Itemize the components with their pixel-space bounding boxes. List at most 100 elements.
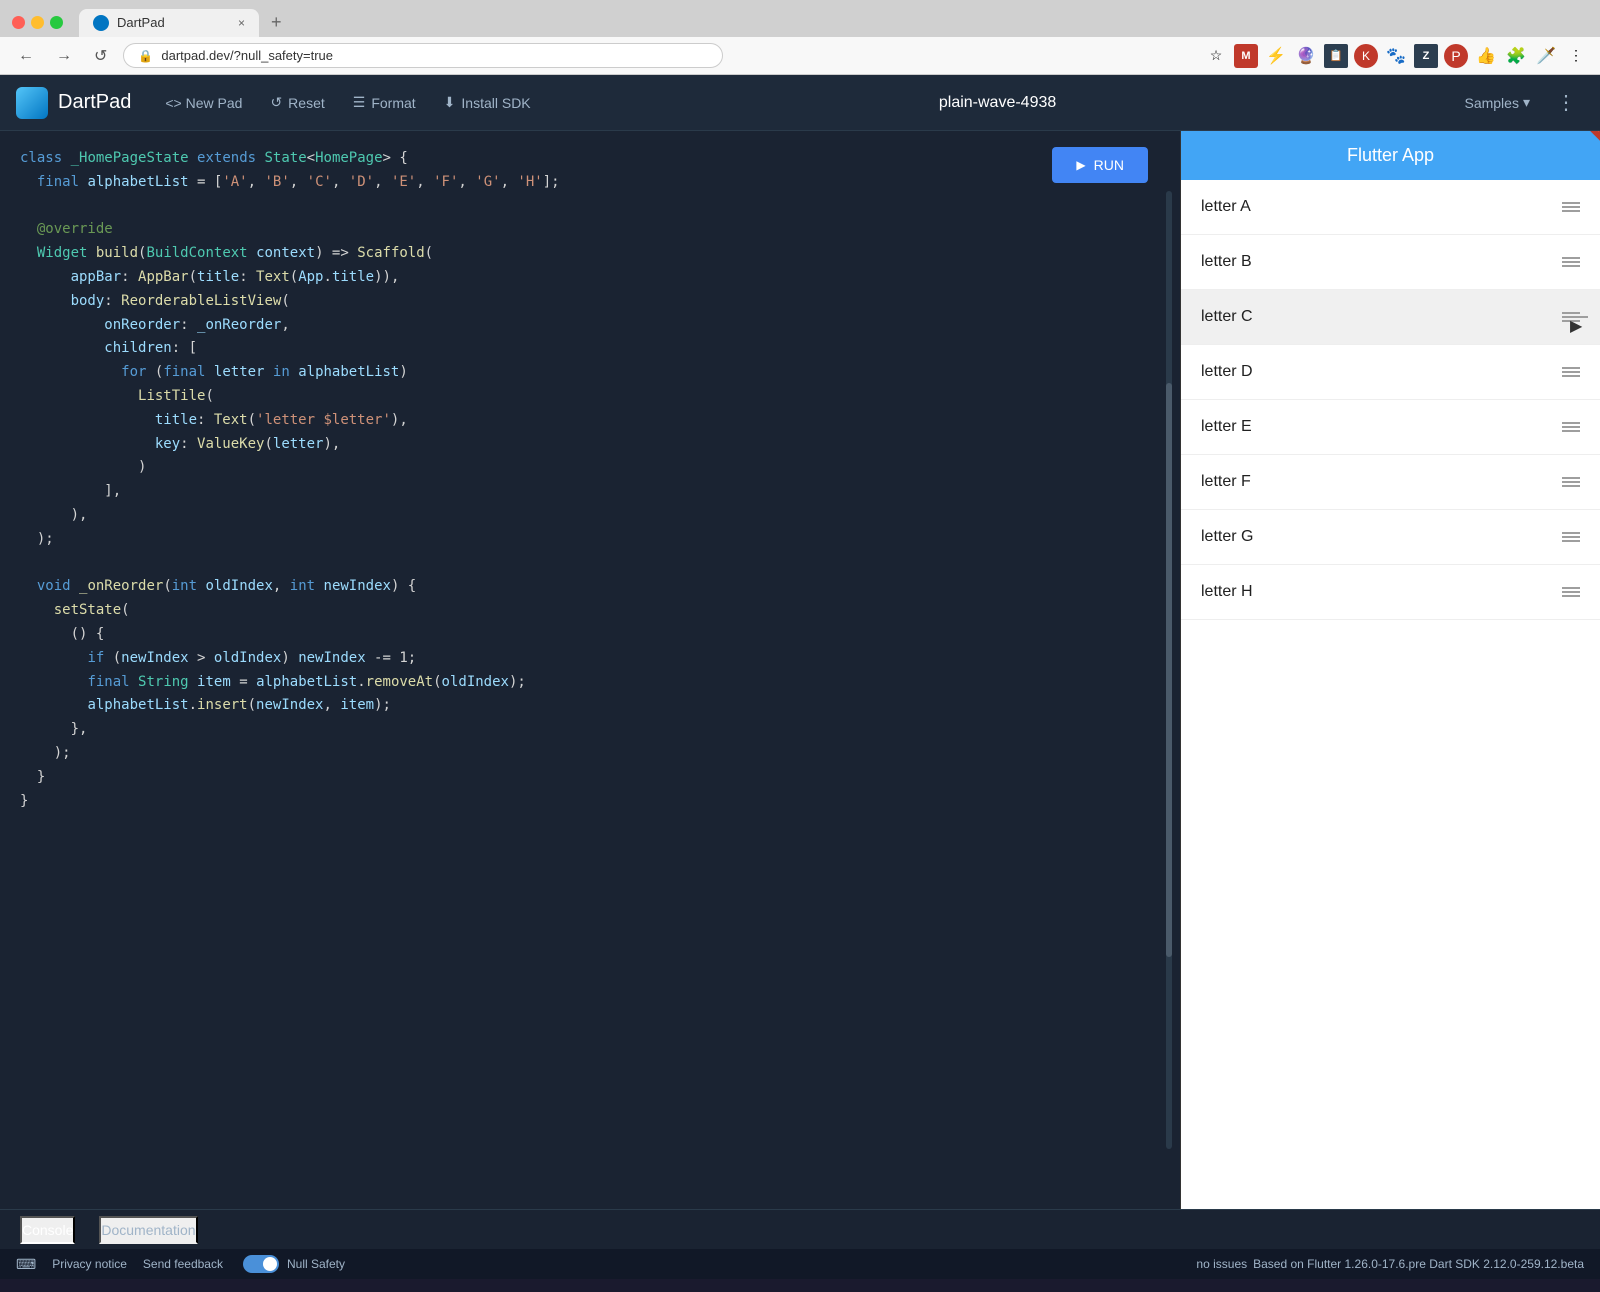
address-bar: ← → ↺ 🔒 dartpad.dev/?null_safety=true ☆ … — [0, 37, 1600, 75]
code-editor[interactable]: ▶ RUN class _HomePageState extends State… — [0, 131, 1180, 1209]
browser-chrome: DartPad × + ← → ↺ 🔒 dartpad.dev/?null_sa… — [0, 0, 1600, 75]
list-item[interactable]: letter D — [1181, 345, 1600, 400]
list-item-label: letter F — [1201, 473, 1251, 491]
new-pad-button[interactable]: <> New Pad — [155, 89, 252, 117]
play-icon: ▶ — [1076, 158, 1085, 172]
pad-name: plain-wave-4938 — [939, 94, 1056, 112]
list-item[interactable]: letter G — [1181, 510, 1600, 565]
lock-icon: 🔒 — [138, 49, 153, 63]
drag-handle-icon[interactable] — [1562, 477, 1580, 487]
dartpad-logo: DartPad — [16, 87, 131, 119]
ext7-icon[interactable]: P — [1444, 44, 1468, 68]
format-button[interactable]: ☰ Format — [343, 88, 426, 117]
run-label: RUN — [1094, 157, 1124, 173]
no-issues-text: no issues — [1196, 1257, 1247, 1271]
window-controls — [12, 16, 63, 29]
ext4-icon[interactable]: K — [1354, 44, 1378, 68]
list-item[interactable]: letter B — [1181, 235, 1600, 290]
ext8-icon[interactable]: 👍 — [1474, 44, 1498, 68]
list-item-label: letter B — [1201, 253, 1252, 271]
close-button[interactable] — [12, 16, 25, 29]
reset-button[interactable]: ↺ Reset — [260, 88, 334, 117]
null-safety-label: Null Safety — [287, 1257, 345, 1271]
mail-icon[interactable]: M — [1234, 44, 1258, 68]
scrollbar[interactable] — [1166, 191, 1172, 1149]
drag-handle-icon[interactable] — [1562, 367, 1580, 377]
forward-button[interactable]: → — [50, 45, 78, 67]
new-tab-button[interactable]: + — [263, 8, 290, 37]
debug-badge: DEBUG — [1571, 131, 1600, 146]
install-sdk-button[interactable]: ⬇ Install SDK — [434, 88, 541, 117]
keyboard-icon: ⌨ — [16, 1256, 36, 1273]
documentation-tab[interactable]: Documentation — [99, 1216, 197, 1244]
install-icon: ⬇ — [444, 94, 456, 111]
drag-handle-icon[interactable] — [1562, 532, 1580, 542]
list-item-label: letter H — [1201, 583, 1253, 601]
browser-icons: ☆ M ⚡ 🔮 📋 K 🐾 Z P 👍 🧩 🗡️ ⋮ — [1204, 44, 1588, 68]
url-bar[interactable]: 🔒 dartpad.dev/?null_safety=true — [123, 43, 723, 68]
list-item-label: letter E — [1201, 418, 1252, 436]
bottom-bar: Console Documentation — [0, 1209, 1600, 1249]
ext3-icon[interactable]: 📋 — [1324, 44, 1348, 68]
back-button[interactable]: ← — [12, 45, 40, 67]
toggle-thumb — [263, 1257, 277, 1271]
new-pad-label: <> New Pad — [165, 95, 242, 111]
ext10-icon[interactable]: 🗡️ — [1534, 44, 1558, 68]
list-item[interactable]: letter C ▶ — [1181, 290, 1600, 345]
reset-icon: ↺ — [270, 94, 282, 111]
drag-handle-icon[interactable]: ▶ — [1562, 312, 1580, 322]
tab-close-button[interactable]: × — [238, 16, 245, 30]
drag-handle-icon[interactable] — [1562, 202, 1580, 212]
drag-handle-icon[interactable] — [1562, 587, 1580, 597]
list-item[interactable]: letter A — [1181, 180, 1600, 235]
ext9-icon[interactable]: 🧩 — [1504, 44, 1528, 68]
sdk-info-text: Based on Flutter 1.26.0-17.6.pre Dart SD… — [1253, 1257, 1584, 1271]
toggle-track[interactable] — [243, 1255, 279, 1273]
dartpad-app: DartPad <> New Pad ↺ Reset ☰ Format ⬇ In… — [0, 75, 1600, 1279]
run-button[interactable]: ▶ RUN — [1052, 147, 1148, 183]
flutter-preview: Flutter App DEBUG letter A letter B lett… — [1180, 131, 1600, 1209]
menu-icon[interactable]: ⋮ — [1564, 44, 1588, 68]
active-tab[interactable]: DartPad × — [79, 9, 259, 37]
list-item-label: letter C — [1201, 308, 1253, 326]
tab-title: DartPad — [117, 15, 165, 30]
list-item[interactable]: letter H — [1181, 565, 1600, 620]
null-safety-toggle[interactable]: Null Safety — [243, 1255, 345, 1273]
drag-handle-icon[interactable] — [1562, 257, 1580, 267]
url-text: dartpad.dev/?null_safety=true — [161, 48, 333, 63]
list-item-label: letter A — [1201, 198, 1251, 216]
list-item-label: letter G — [1201, 528, 1253, 546]
dartpad-logo-icon — [16, 87, 48, 119]
chevron-down-icon: ▾ — [1523, 94, 1530, 111]
minimize-button[interactable] — [31, 16, 44, 29]
list-item[interactable]: letter E — [1181, 400, 1600, 455]
status-right: no issues Based on Flutter 1.26.0-17.6.p… — [1196, 1257, 1584, 1271]
maximize-button[interactable] — [50, 16, 63, 29]
samples-button[interactable]: Samples ▾ — [1454, 88, 1540, 117]
list-item[interactable]: letter F — [1181, 455, 1600, 510]
flutter-app-header: Flutter App DEBUG — [1181, 131, 1600, 180]
refresh-button[interactable]: ↺ — [88, 44, 113, 68]
privacy-notice-link[interactable]: Privacy notice — [52, 1257, 127, 1271]
ext6-icon[interactable]: Z — [1414, 44, 1438, 68]
dartpad-toolbar: DartPad <> New Pad ↺ Reset ☰ Format ⬇ In… — [0, 75, 1600, 131]
list-item-label: letter D — [1201, 363, 1253, 381]
console-tab[interactable]: Console — [20, 1216, 75, 1244]
install-sdk-label: Install SDK — [461, 95, 530, 111]
more-options-button[interactable]: ⋮ — [1548, 86, 1584, 119]
tab-favicon — [93, 15, 109, 31]
main-content: ▶ RUN class _HomePageState extends State… — [0, 131, 1600, 1209]
drag-handle-icon[interactable] — [1562, 422, 1580, 432]
send-feedback-link[interactable]: Send feedback — [143, 1257, 223, 1271]
format-label: Format — [371, 95, 415, 111]
ext5-icon[interactable]: 🐾 — [1384, 44, 1408, 68]
code-content: class _HomePageState extends State<HomeP… — [20, 147, 1160, 813]
ext1-icon[interactable]: ⚡ — [1264, 44, 1288, 68]
reset-label: Reset — [288, 95, 325, 111]
flutter-list: letter A letter B letter C ▶ letter D — [1181, 180, 1600, 1209]
scrollbar-thumb[interactable] — [1166, 383, 1172, 958]
samples-label: Samples — [1464, 95, 1518, 111]
bookmark-icon[interactable]: ☆ — [1204, 44, 1228, 68]
ext2-icon[interactable]: 🔮 — [1294, 44, 1318, 68]
status-bar: ⌨ Privacy notice Send feedback Null Safe… — [0, 1249, 1600, 1279]
